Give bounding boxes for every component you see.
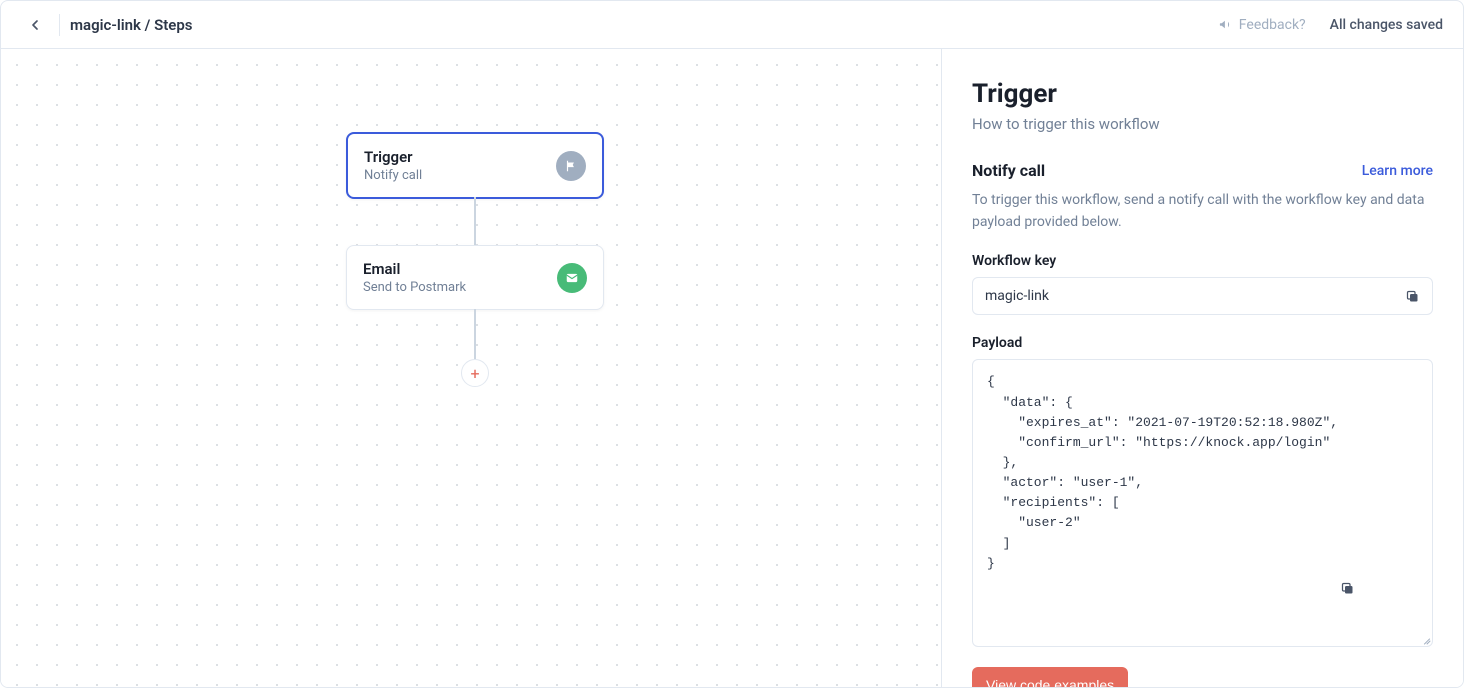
mail-icon (557, 263, 587, 293)
view-code-examples-button[interactable]: View code examples (972, 667, 1128, 687)
panel-subtitle: How to trigger this workflow (972, 115, 1433, 133)
node-title: Email (363, 260, 466, 278)
back-button[interactable] (21, 11, 49, 39)
section-title: Notify call (972, 161, 1045, 180)
flag-icon (556, 151, 586, 181)
app-container: magic-link / Steps Feedback? All changes… (0, 0, 1464, 688)
node-subtitle: Send to Postmark (363, 280, 466, 295)
copy-payload-button[interactable] (1340, 541, 1418, 637)
feedback-label: Feedback? (1239, 17, 1306, 33)
workflow-node-email[interactable]: Email Send to Postmark (346, 245, 604, 310)
app-header: magic-link / Steps Feedback? All changes… (1, 1, 1463, 49)
section-description: To trigger this workflow, send a notify … (972, 190, 1433, 233)
chevron-left-icon (27, 17, 43, 33)
payload-value: { "data": { "expires_at": "2021-07-19T20… (987, 374, 1338, 570)
main-area: Trigger Notify call Email Send to Postma… (1, 49, 1463, 687)
workflow-key-value: magic-link (985, 288, 1049, 304)
workflow-canvas[interactable]: Trigger Notify call Email Send to Postma… (1, 49, 941, 687)
save-status: All changes saved (1330, 17, 1443, 33)
payload-field[interactable]: { "data": { "expires_at": "2021-07-19T20… (972, 359, 1433, 647)
copy-workflow-key-button[interactable] (1405, 289, 1420, 304)
connector-line (474, 309, 476, 359)
node-text: Trigger Notify call (364, 148, 422, 183)
payload-label: Payload (972, 335, 1433, 351)
node-title: Trigger (364, 148, 422, 166)
plus-icon: + (470, 364, 479, 383)
node-subtitle: Notify call (364, 168, 422, 183)
learn-more-link[interactable]: Learn more (1362, 163, 1433, 179)
megaphone-icon (1218, 17, 1233, 32)
breadcrumb: magic-link / Steps (70, 16, 193, 34)
feedback-button[interactable]: Feedback? (1218, 17, 1306, 33)
panel-title: Trigger (972, 79, 1433, 109)
copy-icon (1405, 289, 1420, 304)
side-panel: Trigger How to trigger this workflow Not… (941, 49, 1463, 687)
add-step-button[interactable]: + (461, 359, 489, 387)
workflow-key-label: Workflow key (972, 253, 1433, 269)
header-left: magic-link / Steps (21, 11, 193, 39)
resize-handle[interactable] (1420, 634, 1430, 644)
workflow-key-field[interactable]: magic-link (972, 277, 1433, 315)
section-header: Notify call Learn more (972, 161, 1433, 180)
workflow-node-trigger[interactable]: Trigger Notify call (346, 132, 604, 199)
connector-line (474, 197, 476, 245)
header-right: Feedback? All changes saved (1218, 17, 1443, 33)
node-text: Email Send to Postmark (363, 260, 466, 295)
header-divider (59, 14, 60, 36)
copy-icon (1340, 581, 1355, 596)
